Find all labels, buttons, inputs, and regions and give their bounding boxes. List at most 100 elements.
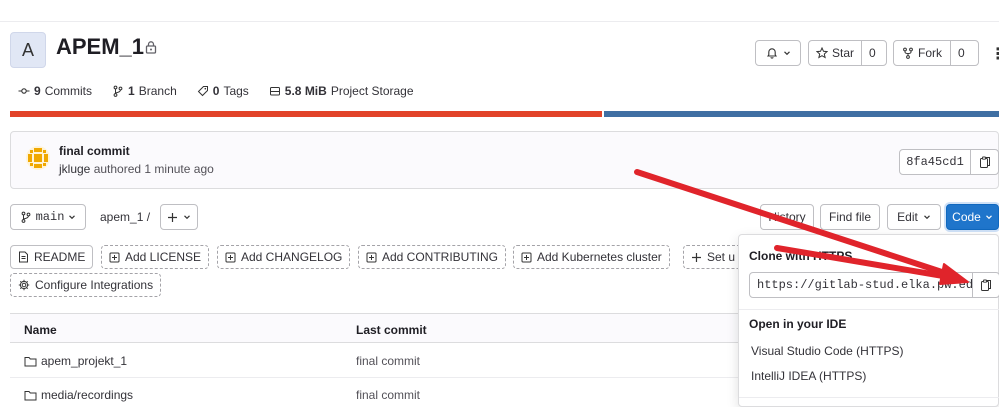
- branch-selector[interactable]: main: [10, 204, 86, 230]
- open-intellij-https[interactable]: IntelliJ IDEA (HTTPS): [751, 369, 866, 383]
- history-button[interactable]: History: [760, 204, 814, 230]
- history-label: History: [768, 210, 806, 224]
- commits-stat[interactable]: 9 Commits: [18, 84, 92, 98]
- branch-name: main: [35, 210, 65, 224]
- copy-icon: [979, 156, 990, 168]
- commit-author[interactable]: jkluge: [59, 162, 90, 176]
- row-last-commit[interactable]: final commit: [356, 388, 420, 402]
- commit-icon: [18, 88, 30, 94]
- tags-count: 0: [212, 84, 220, 98]
- configure-integrations-button[interactable]: Configure Integrations: [10, 273, 162, 297]
- star-icon: [816, 47, 828, 59]
- add-contributing-button[interactable]: Add CONTRIBUTING: [358, 245, 507, 269]
- chevron-down-icon: [985, 215, 992, 220]
- project-avatar-letter: A: [21, 39, 34, 60]
- storage-value: 5.8 MiB: [284, 84, 327, 98]
- chevron-down-icon: [69, 215, 76, 220]
- row-last-commit[interactable]: final commit: [356, 354, 420, 368]
- user-avatar-icon[interactable]: [26, 146, 50, 170]
- column-last-commit: Last commit: [356, 323, 427, 337]
- clone-dropdown: Clone with HTTPS https://gitlab-stud.elk…: [738, 234, 999, 407]
- breadcrumb: apem_1 /: [100, 210, 150, 224]
- plus-square-icon: [109, 252, 120, 262]
- fork-button[interactable]: Fork 0: [893, 40, 979, 66]
- file-icon: [19, 251, 28, 263]
- bell-icon: [766, 48, 777, 59]
- star-label: Star: [832, 46, 855, 60]
- copy-sha-button[interactable]: [970, 149, 999, 175]
- language-segment-secondary[interactable]: [604, 111, 999, 117]
- copy-https-url-button[interactable]: [972, 272, 999, 298]
- edit-label: Edit: [897, 210, 918, 224]
- open-vscode-https[interactable]: Visual Studio Code (HTTPS): [751, 344, 904, 358]
- commit-sha[interactable]: 8fa45cd1: [899, 149, 971, 175]
- star-count[interactable]: 0: [861, 41, 883, 65]
- folder-icon: [24, 356, 37, 366]
- tags-stat[interactable]: 0 Tags: [197, 84, 249, 98]
- branch-icon: [113, 85, 123, 97]
- chevron-down-icon: [783, 51, 790, 56]
- fork-label: Fork: [918, 46, 942, 60]
- add-file-button[interactable]: [160, 204, 198, 230]
- configure-integrations-label: Configure Integrations: [35, 278, 154, 292]
- language-segment-primary[interactable]: [10, 111, 603, 117]
- find-file-button[interactable]: Find file: [820, 204, 880, 230]
- tags-label: Tags: [223, 84, 249, 98]
- find-file-label: Find file: [828, 210, 872, 224]
- branches-stat[interactable]: 1 Branch: [112, 84, 177, 98]
- plus-icon: [691, 252, 701, 262]
- gear-icon: [18, 279, 30, 291]
- setup-ci-label: Set u: [706, 250, 735, 264]
- setup-ci-button[interactable]: Set u: [683, 245, 743, 269]
- breadcrumb-root[interactable]: apem_1: [100, 210, 143, 224]
- branches-label: Branch: [138, 84, 177, 98]
- readme-label: README: [34, 250, 86, 264]
- plus-square-icon: [366, 252, 377, 262]
- dropdown-divider: [739, 309, 999, 310]
- dropdown-divider: [739, 397, 999, 398]
- code-label: Code: [952, 210, 981, 224]
- add-license-label: Add LICENSE: [125, 250, 202, 264]
- lock-icon: [145, 41, 157, 54]
- code-button[interactable]: Code: [946, 204, 999, 230]
- add-contributing-label: Add CONTRIBUTING: [382, 250, 499, 264]
- more-actions-button[interactable]: ⋮: [990, 44, 999, 64]
- file-name[interactable]: media/recordings: [41, 388, 133, 402]
- add-kubernetes-cluster-button[interactable]: Add Kubernetes cluster: [513, 245, 670, 269]
- notifications-button[interactable]: [755, 40, 801, 66]
- edit-button[interactable]: Edit: [887, 204, 941, 230]
- add-kubernetes-label: Add Kubernetes cluster: [537, 250, 662, 264]
- readme-button[interactable]: README: [10, 245, 94, 269]
- commit-time: authored 1 minute ago: [93, 162, 214, 176]
- project-title[interactable]: APEM_1: [56, 34, 144, 60]
- storage-label: Project Storage: [330, 84, 414, 98]
- storage-icon: [269, 87, 280, 96]
- add-license-button[interactable]: Add LICENSE: [101, 245, 210, 269]
- file-name[interactable]: apem_projekt_1: [41, 354, 127, 368]
- project-stats: 9 Commits 1 Branch 0 Tags 5.8 MiB Project St…: [18, 84, 414, 98]
- chevron-down-icon: [184, 215, 190, 220]
- repository-language-bar: [10, 111, 999, 117]
- project-avatar: A: [10, 32, 46, 68]
- storage-stat[interactable]: 5.8 MiB Project Storage: [269, 84, 414, 98]
- commit-message[interactable]: final commit: [59, 144, 130, 158]
- fork-icon: [903, 47, 913, 59]
- folder-icon: [24, 390, 37, 400]
- add-changelog-label: Add CHANGELOG: [241, 250, 343, 264]
- star-button[interactable]: Star 0: [808, 40, 887, 66]
- top-strip: [0, 0, 999, 22]
- last-commit-panel: final commit jkluge authored 1 minute ag…: [10, 131, 999, 189]
- tag-icon: [197, 86, 208, 97]
- plus-square-icon: [225, 252, 236, 262]
- fork-count[interactable]: 0: [950, 41, 972, 65]
- add-changelog-button[interactable]: Add CHANGELOG: [217, 245, 351, 269]
- file-name-cell[interactable]: media/recordings: [24, 388, 133, 402]
- plus-icon: [168, 212, 177, 222]
- plus-square-icon: [521, 252, 532, 262]
- breadcrumb-separator: /: [146, 210, 151, 224]
- clone-https-heading: Clone with HTTPS: [749, 249, 853, 263]
- commits-label: Commits: [44, 84, 93, 98]
- clone-https-url-input[interactable]: https://gitlab-stud.elka.pw.edu: [749, 272, 973, 298]
- chevron-down-icon: [923, 215, 930, 220]
- file-name-cell[interactable]: apem_projekt_1: [24, 354, 127, 368]
